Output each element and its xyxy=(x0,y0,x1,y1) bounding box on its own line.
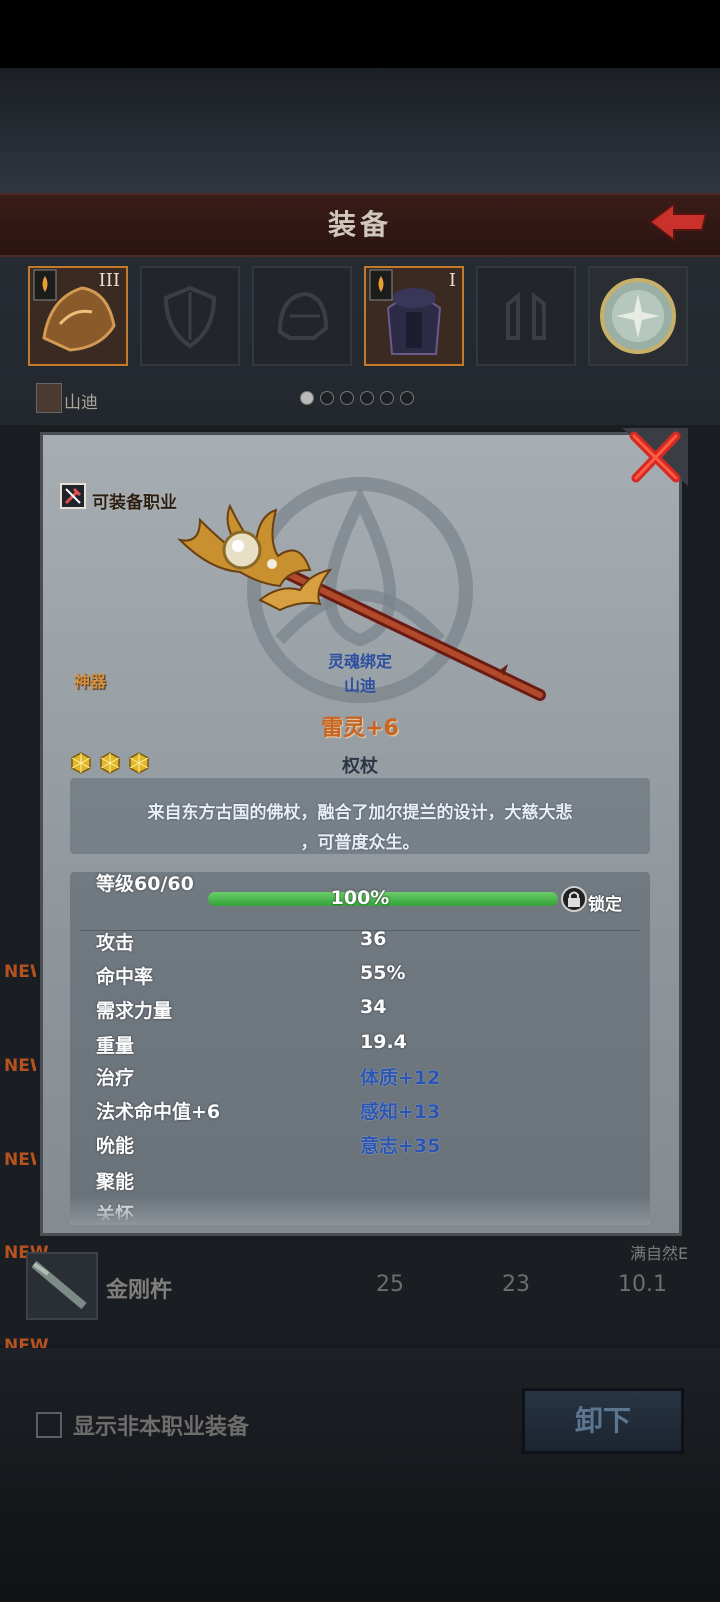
close-icon xyxy=(622,428,688,486)
slot-tier: I xyxy=(448,270,456,291)
back-button[interactable] xyxy=(648,200,708,244)
list-item-value: 25 xyxy=(376,1272,404,1297)
soulbound-owner: 山迪 xyxy=(343,676,376,695)
list-item-tag: 满自然E xyxy=(630,1244,689,1263)
equipment-slot-2[interactable] xyxy=(140,266,240,366)
lock-icon[interactable] xyxy=(561,886,587,912)
helm-outline-icon xyxy=(277,291,329,340)
character-name: 山迪 xyxy=(64,393,98,413)
gem-socket-icon xyxy=(129,752,149,774)
class-icon xyxy=(60,483,86,509)
gloves-icon xyxy=(506,291,546,340)
equipment-slot-1[interactable]: III xyxy=(28,266,128,366)
scroll-fade xyxy=(70,1195,650,1225)
back-arrow-icon xyxy=(648,202,708,242)
description-text: ，可普度众生。 xyxy=(300,833,420,853)
gem-socket-icon xyxy=(71,752,91,774)
show-nonclass-label[interactable]: 显示非本职业装备 xyxy=(73,1409,249,1441)
item-name: 雷灵+6 xyxy=(321,716,399,741)
stat-value: 55% xyxy=(360,962,406,984)
unequip-button[interactable]: 卸下 xyxy=(522,1388,684,1454)
status-bar xyxy=(0,0,720,68)
stat-label: 命中率 xyxy=(96,966,154,988)
page-dot[interactable] xyxy=(320,391,334,405)
vajra-icon xyxy=(31,1260,87,1310)
page-title: 装备 xyxy=(327,208,392,241)
gem-socket-icon xyxy=(100,752,120,774)
stat-label: 攻击 xyxy=(96,932,135,954)
show-nonclass-checkbox[interactable] xyxy=(36,1412,62,1438)
equipment-slot-3[interactable] xyxy=(252,266,352,366)
top-backdrop xyxy=(0,68,720,193)
page-dot[interactable] xyxy=(400,391,414,405)
stat-value: 34 xyxy=(360,996,387,1018)
equipment-slot-6[interactable] xyxy=(588,266,688,366)
stat-bonus: 感知+13 xyxy=(360,1101,441,1123)
stat-value: 19.4 xyxy=(360,1031,407,1053)
amulet-icon xyxy=(600,278,676,354)
vajra-item-icon[interactable] xyxy=(26,1252,98,1320)
armor-icon xyxy=(369,269,442,355)
avatar xyxy=(36,383,62,413)
stat-value: 36 xyxy=(360,928,387,950)
stat-bonus: 意志+35 xyxy=(360,1135,441,1157)
page-dot[interactable] xyxy=(380,391,394,405)
stat-label: 吮能 xyxy=(96,1135,135,1157)
page-dot[interactable] xyxy=(340,391,354,405)
list-item-name[interactable]: 金刚杵 xyxy=(106,1272,172,1304)
slot-tier: III xyxy=(98,270,120,291)
page-dot[interactable] xyxy=(300,391,314,405)
shield-icon xyxy=(163,285,217,349)
bottom-bar xyxy=(0,1348,720,1602)
stat-label: 法术命中值+6 xyxy=(96,1101,221,1123)
stat-bonus: 体质+12 xyxy=(360,1067,441,1089)
equipment-slot-5[interactable] xyxy=(476,266,576,366)
page-dot[interactable] xyxy=(360,391,374,405)
stat-label: 需求力量 xyxy=(96,1000,173,1022)
equipment-slot-4[interactable]: I xyxy=(364,266,464,366)
stat-label: 重量 xyxy=(96,1035,135,1057)
description-text: 来自东方古国的佛杖，融合了加尔提兰的设计，大慈大悲 xyxy=(147,803,573,823)
soulbound-label: 灵魂绑定 xyxy=(327,652,392,671)
stat-label: 聚能 xyxy=(96,1171,135,1193)
stat-label: 治疗 xyxy=(96,1067,135,1089)
list-item-value: 23 xyxy=(502,1272,530,1297)
close-button[interactable] xyxy=(622,428,688,486)
lock-label[interactable]: 锁定 xyxy=(588,890,622,915)
list-item-value: 10.1 xyxy=(618,1272,667,1297)
